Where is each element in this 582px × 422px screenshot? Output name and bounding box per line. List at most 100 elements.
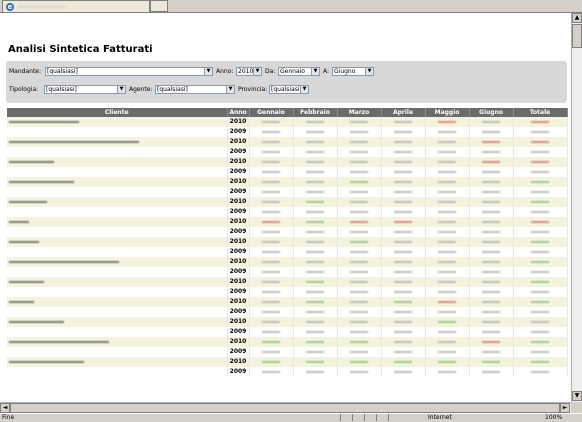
scroll-left-arrow-icon[interactable]: ◄ (0, 403, 10, 413)
value-cell (381, 357, 426, 367)
table-row[interactable]: 2010 (7, 337, 568, 347)
cliente-cell[interactable] (7, 187, 228, 197)
table-row[interactable]: 2010 (7, 317, 568, 327)
scroll-down-arrow-icon[interactable]: ▼ (572, 391, 582, 401)
redacted-value (262, 260, 280, 263)
new-tab-button[interactable] (150, 0, 168, 12)
column-header[interactable]: Aprile (381, 108, 426, 117)
value-cell (469, 347, 514, 357)
table-row[interactable]: 2009 (7, 367, 568, 377)
cliente-cell[interactable] (7, 177, 228, 187)
cliente-cell[interactable] (7, 267, 228, 277)
a-select[interactable]: Giugno ▼ (332, 67, 374, 76)
cliente-cell[interactable] (7, 217, 228, 227)
browser-tab[interactable]: e —————— (2, 0, 150, 12)
table-row[interactable]: 2009 (7, 347, 568, 357)
cliente-cell[interactable] (7, 207, 228, 217)
vertical-scroll-thumb[interactable] (572, 24, 582, 48)
table-row[interactable]: 2010 (7, 177, 568, 187)
redacted-value (262, 320, 280, 323)
table-row[interactable]: 2010 (7, 217, 568, 227)
table-row[interactable]: 2010 (7, 357, 568, 367)
redacted-value (438, 210, 456, 213)
cliente-cell[interactable] (7, 337, 228, 347)
mandante-select[interactable]: [qualsiasi] ▼ (45, 67, 213, 76)
cliente-cell[interactable] (7, 367, 228, 377)
cliente-cell[interactable] (7, 247, 228, 257)
cliente-cell[interactable] (7, 167, 228, 177)
redacted-value (350, 310, 368, 313)
table-row[interactable]: 2009 (7, 307, 568, 317)
value-cell (337, 127, 382, 137)
redacted-value (306, 330, 324, 333)
horizontal-scrollbar[interactable]: ◄ ► (0, 402, 571, 413)
cliente-cell[interactable] (7, 137, 228, 147)
value-cell (381, 277, 426, 287)
scroll-right-arrow-icon[interactable]: ► (560, 403, 570, 413)
table-row[interactable]: 2010 (7, 197, 568, 207)
column-header[interactable]: Febbraio (293, 108, 338, 117)
horizontal-scroll-thumb[interactable] (10, 403, 560, 413)
table-row[interactable]: 2009 (7, 247, 568, 257)
agente-select[interactable]: [qualsiasi] ▼ (155, 85, 235, 94)
table-row[interactable]: 2009 (7, 127, 568, 137)
table-row[interactable]: 2010 (7, 277, 568, 287)
table-row[interactable]: 2009 (7, 287, 568, 297)
table-row[interactable]: 2009 (7, 187, 568, 197)
cliente-cell[interactable] (7, 197, 228, 207)
table-row[interactable]: 2010 (7, 137, 568, 147)
column-header[interactable]: Maggio (425, 108, 470, 117)
value-cell (469, 167, 514, 177)
cliente-cell[interactable] (7, 127, 228, 137)
cliente-cell[interactable] (7, 147, 228, 157)
column-header[interactable]: Marzo (337, 108, 382, 117)
cliente-cell[interactable] (7, 287, 228, 297)
redacted-value (482, 220, 500, 223)
table-row[interactable]: 2009 (7, 147, 568, 157)
anno-select[interactable]: 2010 ▼ (236, 67, 262, 76)
table-row[interactable]: 2010 (7, 117, 568, 127)
column-header[interactable]: Giugno (469, 108, 514, 117)
table-row[interactable]: 2009 (7, 327, 568, 337)
table-row[interactable]: 2009 (7, 167, 568, 177)
redacted-value (394, 290, 412, 293)
cliente-cell[interactable] (7, 157, 228, 167)
column-header[interactable]: Totale (513, 108, 568, 117)
tipologia-select[interactable]: [qualsiasi] ▼ (44, 85, 126, 94)
scroll-up-arrow-icon[interactable]: ▲ (572, 13, 582, 23)
column-header[interactable]: Anno (227, 108, 250, 117)
cliente-cell[interactable] (7, 277, 228, 287)
table-row[interactable]: 2009 (7, 227, 568, 237)
provincia-select[interactable]: [qualsiasi] ▼ (269, 85, 309, 94)
redacted-value (438, 270, 456, 273)
table-row[interactable]: 2010 (7, 257, 568, 267)
column-header[interactable]: Cliente (7, 108, 228, 117)
cliente-cell[interactable] (7, 347, 228, 357)
redacted-value (306, 150, 324, 153)
cliente-cell[interactable] (7, 317, 228, 327)
cliente-cell[interactable] (7, 327, 228, 337)
anno-cell: 2009 (227, 307, 250, 317)
value-cell (249, 147, 294, 157)
column-header[interactable]: Gennaio (249, 108, 294, 117)
vertical-scrollbar[interactable]: ▲ ▼ (571, 13, 582, 402)
filter-panel: Mandante: [qualsiasi] ▼ Anno: 2010 ▼ Da: G… (6, 61, 567, 103)
cliente-cell[interactable] (7, 237, 228, 247)
table-row[interactable]: 2009 (7, 267, 568, 277)
redacted-value (394, 150, 412, 153)
redacted-value (482, 270, 500, 273)
value-cell (337, 177, 382, 187)
cliente-cell[interactable] (7, 257, 228, 267)
da-select[interactable]: Gennaio ▼ (278, 67, 320, 76)
value-cell (469, 207, 514, 217)
cliente-cell[interactable] (7, 357, 228, 367)
redacted-value (531, 270, 549, 273)
cliente-cell[interactable] (7, 117, 228, 127)
table-row[interactable]: 2010 (7, 237, 568, 247)
table-row[interactable]: 2010 (7, 297, 568, 307)
cliente-cell[interactable] (7, 307, 228, 317)
cliente-cell[interactable] (7, 227, 228, 237)
table-row[interactable]: 2010 (7, 157, 568, 167)
cliente-cell[interactable] (7, 297, 228, 307)
table-row[interactable]: 2009 (7, 207, 568, 217)
